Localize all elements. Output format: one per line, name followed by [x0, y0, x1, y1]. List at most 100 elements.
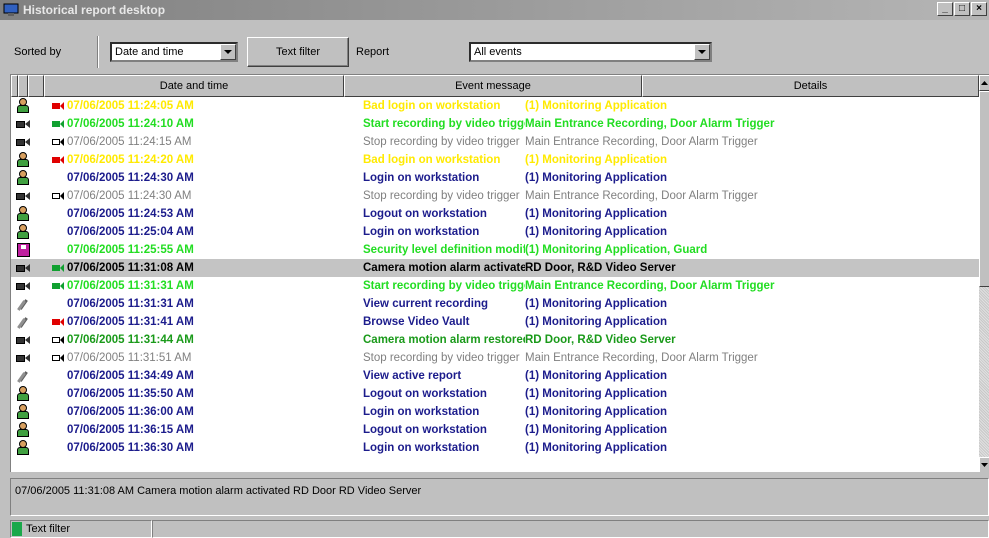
table-row[interactable]: 07/06/2005 11:31:44 AM Camera motion alar… — [11, 331, 979, 349]
cell-date-time: 07/06/2005 11:24:30 AM — [67, 190, 192, 202]
scroll-up-button[interactable] — [979, 75, 989, 91]
camera-icon — [11, 115, 35, 133]
table-row[interactable]: 07/06/2005 11:31:08 AM Camera motion alar… — [11, 259, 979, 277]
cell-details: (1) Monitoring Application — [525, 316, 668, 328]
table-row[interactable]: 07/06/2005 11:35:50 AM Logout on workstat… — [11, 385, 979, 403]
cell-event-message: Security level definition modified — [363, 244, 525, 256]
cell-details: Main Entrance Recording, Door Alarm Trig… — [525, 352, 758, 364]
cell-event-message: Login on workstation — [363, 406, 480, 418]
person-icon — [11, 223, 35, 241]
recording-status-icon — [35, 385, 67, 403]
person-icon — [11, 385, 35, 403]
cell-event-message: View current recording — [363, 298, 489, 310]
camera-icon — [11, 187, 35, 205]
scroll-thumb[interactable] — [979, 91, 989, 287]
person-icon — [11, 439, 35, 457]
close-button[interactable]: × — [971, 2, 987, 16]
cell-details: (1) Monitoring Application — [525, 442, 668, 454]
recording-status-icon — [35, 241, 67, 259]
header-col-2[interactable] — [18, 75, 28, 97]
cell-details: Main Entrance Recording, Door Alarm Trig… — [525, 136, 758, 148]
recording-status-icon — [35, 313, 67, 331]
table-row[interactable]: 07/06/2005 11:36:15 AM Logout on workstat… — [11, 421, 979, 439]
sort-select[interactable]: Date and time — [110, 42, 238, 62]
header-col-3[interactable] — [28, 75, 44, 97]
table-row[interactable]: 07/06/2005 11:31:41 AM Browse Video Vault… — [11, 313, 979, 331]
status-bar: Text filter — [10, 520, 989, 538]
grid-rows: 07/06/2005 11:24:05 AM Bad login on works… — [11, 97, 979, 457]
cell-details: Main Entrance Recording, Door Alarm Trig… — [525, 280, 775, 292]
cell-details: (1) Monitoring Application — [525, 370, 668, 382]
table-row[interactable]: 07/06/2005 11:25:55 AM Security level def… — [11, 241, 979, 259]
maximize-button[interactable]: □ — [954, 2, 970, 16]
table-row[interactable]: 07/06/2005 11:31:51 AM Stop recording by … — [11, 349, 979, 367]
header-col-1[interactable] — [11, 75, 18, 97]
text-filter-button[interactable]: Text filter — [247, 37, 349, 67]
status-text-filter: Text filter — [10, 520, 152, 538]
recording-status-icon — [35, 367, 67, 385]
cell-event-message: Login on workstation — [363, 172, 480, 184]
cell-date-time: 07/06/2005 11:25:55 AM — [67, 244, 194, 256]
recording-status-icon — [35, 151, 67, 169]
cell-details: (1) Monitoring Application, Guard — [525, 244, 708, 256]
cell-date-time: 07/06/2005 11:24:20 AM — [67, 154, 194, 166]
cell-date-time: 07/06/2005 11:24:05 AM — [67, 100, 194, 112]
toolbar: Sorted by Date and time Text filter Repo… — [0, 20, 989, 72]
cell-event-message: Camera motion alarm restored — [363, 334, 525, 346]
cell-event-message: Logout on workstation — [363, 388, 487, 400]
cell-details: Main Entrance Recording, Door Alarm Trig… — [525, 190, 758, 202]
table-row[interactable]: 07/06/2005 11:24:30 AM Login on workstati… — [11, 169, 979, 187]
table-row[interactable]: 07/06/2005 11:24:30 AM Stop recording by … — [11, 187, 979, 205]
title-bar: Historical report desktop _ □ × — [0, 0, 989, 20]
header-event-message[interactable]: Event message — [344, 75, 642, 97]
scroll-down-button[interactable] — [979, 457, 989, 472]
recording-status-icon — [35, 97, 67, 115]
cell-date-time: 07/06/2005 11:35:50 AM — [67, 388, 194, 400]
status-label: Text filter — [26, 523, 71, 535]
chevron-down-icon[interactable] — [694, 44, 710, 60]
header-details[interactable]: Details — [642, 75, 979, 97]
minimize-button[interactable]: _ — [937, 2, 953, 16]
camera-icon — [11, 133, 35, 151]
cell-date-time: 07/06/2005 11:24:53 AM — [67, 208, 194, 220]
vertical-scrollbar[interactable] — [979, 75, 989, 472]
cell-date-time: 07/06/2005 11:31:44 AM — [67, 334, 194, 346]
cell-details: RD Door, R&D Video Server — [525, 262, 676, 274]
report-select[interactable]: All events — [469, 42, 712, 62]
detail-text: 07/06/2005 11:31:08 AM Camera motion ala… — [15, 485, 422, 497]
recording-status-icon — [35, 205, 67, 223]
cell-details: (1) Monitoring Application — [525, 388, 668, 400]
disk-icon — [11, 241, 35, 259]
recording-status-icon — [35, 259, 67, 277]
table-row[interactable]: 07/06/2005 11:36:00 AM Login on workstati… — [11, 403, 979, 421]
camera-icon — [11, 259, 35, 277]
table-row[interactable]: 07/06/2005 11:25:04 AM Login on workstati… — [11, 223, 979, 241]
table-row[interactable]: 07/06/2005 11:24:20 AM Bad login on works… — [11, 151, 979, 169]
grid-header: Date and time Event message Details — [11, 75, 979, 97]
cell-date-time: 07/06/2005 11:31:51 AM — [67, 352, 192, 364]
table-row[interactable]: 07/06/2005 11:24:10 AM Start recording by… — [11, 115, 979, 133]
table-row[interactable]: 07/06/2005 11:31:31 AM Start recording by… — [11, 277, 979, 295]
table-row[interactable]: 07/06/2005 11:24:15 AM Stop recording by … — [11, 133, 979, 151]
person-icon — [11, 421, 35, 439]
status-panel — [152, 520, 989, 538]
person-icon — [11, 151, 35, 169]
table-row[interactable]: 07/06/2005 11:24:53 AM Logout on workstat… — [11, 205, 979, 223]
cell-date-time: 07/06/2005 11:31:41 AM — [67, 316, 194, 328]
cell-event-message: Start recording by video trigger — [363, 280, 525, 292]
person-icon — [11, 169, 35, 187]
cell-details: Main Entrance Recording, Door Alarm Trig… — [525, 118, 775, 130]
cell-details: (1) Monitoring Application — [525, 406, 668, 418]
cell-event-message: Logout on workstation — [363, 208, 487, 220]
chevron-down-icon[interactable] — [220, 44, 236, 60]
table-row[interactable]: 07/06/2005 11:31:31 AM View current recor… — [11, 295, 979, 313]
table-row[interactable]: 07/06/2005 11:24:05 AM Bad login on works… — [11, 97, 979, 115]
table-row[interactable]: 07/06/2005 11:34:49 AM View active report… — [11, 367, 979, 385]
table-row[interactable]: 07/06/2005 11:36:30 AM Login on workstati… — [11, 439, 979, 457]
header-date-time[interactable]: Date and time — [44, 75, 344, 97]
cell-date-time: 07/06/2005 11:36:00 AM — [67, 406, 194, 418]
cell-date-time: 07/06/2005 11:25:04 AM — [67, 226, 194, 238]
person-icon — [11, 205, 35, 223]
cell-event-message: Stop recording by video trigger — [363, 136, 520, 148]
cell-event-message: View active report — [363, 370, 462, 382]
